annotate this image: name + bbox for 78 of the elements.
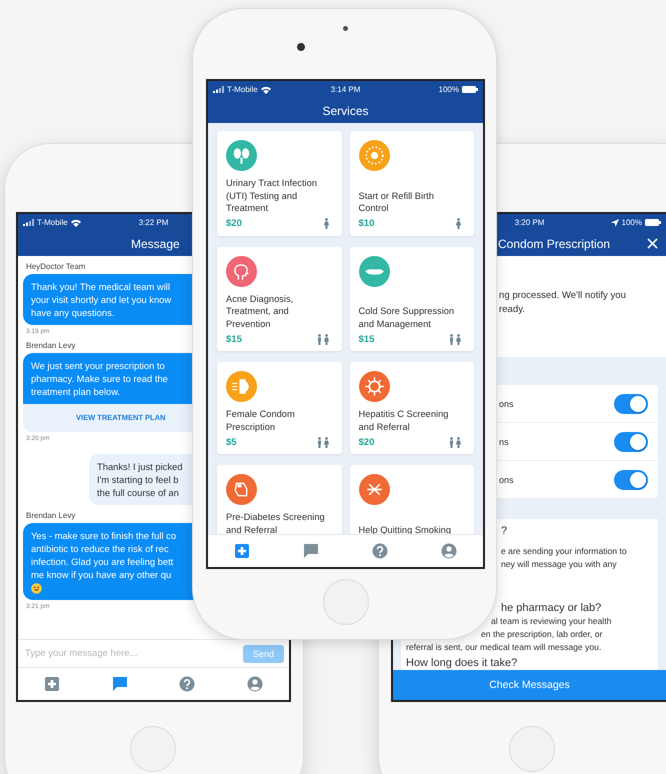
service-name: Cold Sore Suppression and Management: [358, 305, 456, 330]
service-card[interactable]: Acne Diagnosis, Treatment, and Prevention $15: [217, 246, 342, 351]
status-message: ready.: [499, 303, 525, 317]
service-name: Acne Diagnosis, Treatment, and Prevention: [226, 292, 294, 330]
close-icon[interactable]: [647, 238, 658, 249]
service-price: $10: [358, 218, 374, 229]
plus-square-icon[interactable]: [44, 676, 60, 692]
setting-label: ons: [499, 398, 514, 408]
service-card[interactable]: Urinary Tract Infection (UTI) Testing and Treatment $20: [217, 131, 342, 236]
two-people-icon: [449, 334, 461, 344]
message-text: Thank you! The medical team will your visit shortly and let you know have any questions.: [30, 280, 172, 320]
service-card[interactable]: Start or Refill Birth Control $10: [350, 131, 474, 236]
battery-icon: [462, 86, 478, 93]
two-people-icon: [449, 436, 461, 448]
location-arrow-icon: [610, 218, 619, 226]
faq-answer: al team is reviewing your health: [491, 615, 612, 628]
two-people-icon: [316, 334, 328, 344]
profile-icon[interactable]: [247, 676, 264, 692]
service-card[interactable]: Pre-Diabetes Screening and Referral: [217, 465, 342, 534]
service-price: $20: [226, 218, 242, 229]
service-card[interactable]: Cold Sore Suppression and Management $15: [350, 246, 474, 351]
toggle-switch[interactable]: [614, 394, 648, 414]
person-icon: [324, 218, 328, 229]
screen-title: Condom Prescription: [498, 236, 610, 250]
battery-icon: [645, 219, 661, 226]
service-name: Urinary Tract Infection (UTI) Testing and Treatment: [226, 177, 318, 214]
sender-name: HeyDoctor Team: [26, 262, 86, 271]
status-time: 3:14 PM: [330, 85, 360, 94]
battery-percent: 100%: [438, 85, 459, 94]
toggle-switch[interactable]: [614, 470, 648, 490]
service-name: Female Condom Prescription: [226, 408, 296, 433]
service-card[interactable]: Hepatitis C Screening and Referral $20: [350, 362, 474, 454]
message-input[interactable]: Type your message here...: [23, 647, 237, 660]
battery-percent: 100%: [622, 218, 642, 227]
service-name: Hepatitis C Screening and Referral: [358, 408, 450, 433]
screen-title: Message: [131, 236, 180, 250]
profile-icon[interactable]: [440, 543, 457, 559]
setting-label: ons: [499, 474, 514, 484]
help-icon[interactable]: [372, 543, 388, 559]
signal-icon: [23, 219, 34, 226]
person-icon: [456, 218, 461, 229]
service-name: Start or Refill Birth Control: [358, 190, 435, 214]
chat-bubble-icon[interactable]: [112, 676, 128, 692]
faq-question: he pharmacy or lab?: [501, 601, 602, 615]
service-price: $15: [358, 334, 374, 344]
faq-question: ?: [501, 524, 508, 538]
status-time: 3:20 PM: [514, 218, 544, 227]
faq-question: How long does it take?: [406, 656, 518, 670]
plus-square-icon[interactable]: [234, 543, 250, 559]
sender-name: Brendan Levy: [26, 511, 76, 520]
message-text: Yes - make sure to finish the full co antibiotic to reduce the risk of rec infection. Glad you are feeling bett me know if you have any other qu: [30, 529, 178, 582]
service-name: Pre-Diabetes Screening and Referral: [226, 511, 326, 534]
wifi-icon: [70, 218, 81, 226]
wifi-icon: [260, 86, 271, 94]
sender-name: Brendan Levy: [26, 341, 76, 350]
status-message: ng processed. We'll notify you: [499, 289, 626, 303]
faq-answer: en the prescription, lab order, or: [481, 628, 602, 641]
signal-icon: [213, 86, 224, 93]
service-price: $15: [226, 334, 242, 344]
two-people-icon: [316, 436, 328, 448]
screen-title: Services: [322, 104, 368, 118]
service-price: $5: [226, 436, 237, 448]
faq-answer: ney will message you with any: [501, 558, 617, 571]
carrier-name: T-Mobile: [227, 85, 258, 94]
status-time: 3:22 PM: [138, 218, 168, 227]
chat-bubble-icon[interactable]: [303, 543, 320, 559]
speaker-dot: [343, 26, 348, 31]
camera-dot: [297, 43, 305, 51]
setting-label: ns: [499, 436, 509, 446]
faq-answer: e are sending your information to: [501, 545, 627, 558]
service-price: $20: [358, 436, 374, 448]
service-card[interactable]: Female Condom Prescription $5: [217, 362, 342, 454]
toggle-switch[interactable]: [614, 432, 648, 452]
message-text: We just sent your prescription to pharmacy. Make sure to read the treatment plan below.: [30, 359, 169, 399]
help-icon[interactable]: [179, 676, 196, 692]
message-text: Thanks! I just picked I'm starting to feel b the full course of an: [96, 460, 184, 500]
carrier-name: T-Mobile: [37, 218, 68, 227]
faq-answer: referral is sent, our medical team will message you.: [406, 641, 602, 654]
